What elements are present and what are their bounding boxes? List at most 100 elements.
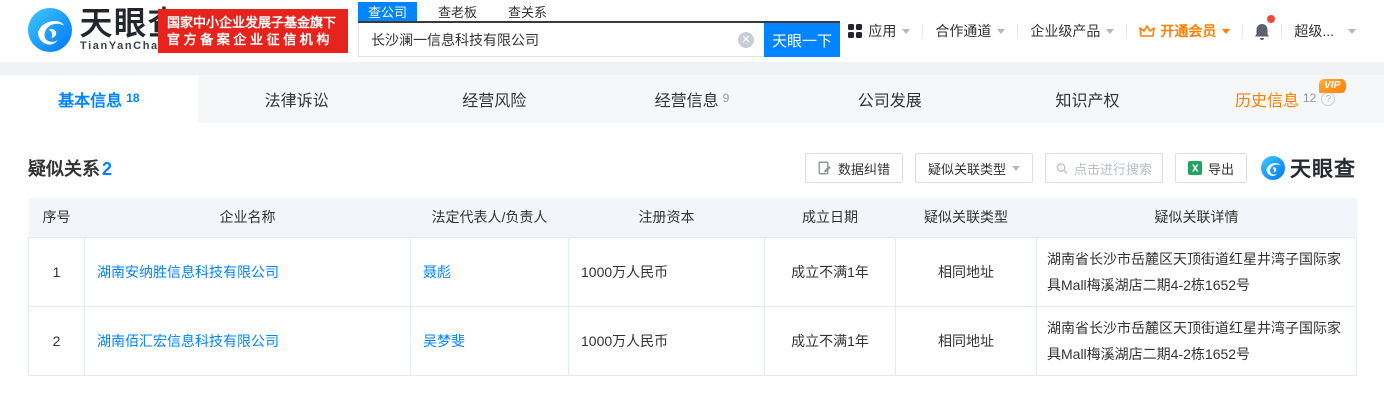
row-index: 1 (29, 237, 85, 306)
section-count: 2 (102, 159, 112, 179)
export-label: 导出 (1208, 159, 1234, 178)
section-title-text: 疑似关系 (28, 159, 100, 179)
chevron-down-icon (902, 29, 910, 34)
relation-type: 相同地址 (896, 237, 1037, 306)
notification-dot (1267, 15, 1275, 23)
table-search-box[interactable]: 点击进行搜索 (1045, 153, 1163, 183)
establish-date: 成立不满1年 (765, 237, 896, 306)
tab-label: 知识产权 (1055, 87, 1119, 111)
tab-label: 法律诉讼 (265, 87, 329, 111)
table-search-placeholder: 点击进行搜索 (1074, 159, 1152, 178)
search-button[interactable]: 天眼一下 (764, 23, 840, 57)
company-cell: 湖南安纳胜信息科技有限公司 (85, 237, 411, 306)
search-input-wrap: ✕ (358, 23, 764, 57)
nav-enterprise-label: 企业级产品 (1030, 21, 1100, 41)
tab-label: 历史信息 (1235, 87, 1299, 111)
tab-count: 9 (723, 91, 730, 105)
data-correction-button[interactable]: 数据纠错 (805, 153, 903, 183)
col-capital: 注册资本 (569, 198, 765, 237)
relation-detail: 湖南省长沙市岳麓区天顶街道红星井湾子国际家具Mall梅溪湖店二期4-2栋1652… (1037, 237, 1357, 306)
excel-icon (1188, 161, 1202, 175)
relation-type-filter[interactable]: 疑似关联类型 (915, 153, 1033, 183)
export-button[interactable]: 导出 (1175, 153, 1247, 183)
site-header: 天眼查 TianYanCha.com 国家中小企业发展子基金旗下 官方备案企业征… (0, 0, 1384, 62)
table-row: 1 湖南安纳胜信息科技有限公司 聂彪 1000万人民币 成立不满1年 相同地址 … (29, 237, 1357, 306)
row-index: 2 (29, 306, 85, 375)
tab-operation-info[interactable]: 经营信息 9 (593, 75, 791, 123)
nav-vip-label: 开通会员 (1160, 21, 1216, 41)
nav-account[interactable]: 超级... (1282, 21, 1368, 41)
tab-basic-info[interactable]: 基本信息 18 (0, 75, 198, 123)
search-tab-company[interactable]: 查公司 (358, 2, 417, 21)
col-relation-type: 疑似关联类型 (896, 198, 1037, 237)
tab-count: 12 (1303, 91, 1316, 105)
company-cell: 湖南佰汇宏信息科技有限公司 (85, 306, 411, 375)
nav-partner[interactable]: 合作通道 (923, 21, 1017, 41)
vip-badge: VIP (1319, 79, 1346, 93)
chevron-down-icon (997, 29, 1005, 34)
company-link[interactable]: 湖南佰汇宏信息科技有限公司 (97, 333, 279, 349)
watermark-brand: 天眼查 (1290, 153, 1356, 183)
tab-history-info[interactable]: VIP 历史信息 12 ? (1186, 75, 1384, 123)
company-link[interactable]: 湖南安纳胜信息科技有限公司 (97, 264, 279, 280)
search-type-tabs: 查公司 查老板 查关系 (358, 2, 840, 23)
table-header-row: 序号 企业名称 法定代表人/负责人 注册资本 成立日期 疑似关联类型 疑似关联详… (29, 198, 1357, 237)
edit-document-icon (818, 161, 832, 175)
tab-intellectual-property[interactable]: 知识产权 (989, 75, 1187, 123)
table-body: 1 湖南安纳胜信息科技有限公司 聂彪 1000万人民币 成立不满1年 相同地址 … (29, 237, 1357, 375)
nav-enterprise[interactable]: 企业级产品 (1018, 21, 1126, 41)
search-icon (1056, 162, 1068, 175)
chevron-down-icon (1106, 29, 1114, 34)
chevron-down-icon (1012, 166, 1020, 171)
relation-type: 相同地址 (896, 306, 1037, 375)
nav-account-label: 超级... (1294, 21, 1334, 41)
col-legal-rep: 法定代表人/负责人 (411, 198, 569, 237)
section-toolbar: 数据纠错 疑似关联类型 点击进行搜索 (793, 153, 1356, 183)
registered-capital: 1000万人民币 (569, 237, 765, 306)
chevron-down-icon (1348, 29, 1356, 34)
watermark-logo: 天眼查 (1261, 153, 1356, 183)
tab-company-development[interactable]: 公司发展 (791, 75, 989, 123)
company-tabbar: 基本信息 18 法律诉讼 经营风险 经营信息 9 公司发展 知识产权 VIP 历… (0, 75, 1384, 123)
relation-detail: 湖南省长沙市岳麓区天顶街道红星井湾子国际家具Mall梅溪湖店二期4-2栋1652… (1037, 306, 1357, 375)
legal-rep-link[interactable]: 聂彪 (423, 264, 451, 280)
tab-label: 经营信息 (655, 87, 719, 111)
tab-legal-lawsuits[interactable]: 法律诉讼 (198, 75, 396, 123)
clear-icon[interactable]: ✕ (738, 32, 754, 48)
search-input[interactable] (358, 23, 764, 57)
tab-operation-risk[interactable]: 经营风险 (395, 75, 593, 123)
search-row: ✕ 天眼一下 (358, 23, 840, 57)
col-index: 序号 (29, 198, 85, 237)
main-content: 疑似关系2 数据纠错 疑似关联类型 (0, 123, 1384, 376)
legal-rep-link[interactable]: 吴梦斐 (423, 333, 465, 349)
watermark-swirl-icon (1261, 156, 1285, 180)
relation-type-filter-label: 疑似关联类型 (928, 159, 1006, 178)
search-tab-relation[interactable]: 查关系 (498, 2, 557, 21)
data-correction-label: 数据纠错 (838, 159, 890, 178)
nav-open-vip[interactable]: 开通会员 (1127, 21, 1242, 41)
gov-badge-line1: 国家中小企业发展子基金旗下 (167, 14, 339, 31)
gov-certification-badge: 国家中小企业发展子基金旗下 官方备案企业征信机构 (158, 9, 348, 53)
tab-label: 经营风险 (462, 87, 526, 111)
establish-date: 成立不满1年 (765, 306, 896, 375)
search-tab-boss[interactable]: 查老板 (428, 2, 487, 21)
nav-apps[interactable]: 应用 (836, 21, 922, 41)
header-search: 查公司 查老板 查关系 ✕ 天眼一下 (358, 2, 840, 57)
tab-label: 基本信息 (58, 87, 122, 111)
registered-capital: 1000万人民币 (569, 306, 765, 375)
col-company: 企业名称 (85, 198, 411, 237)
suspected-relations-table: 序号 企业名称 法定代表人/负责人 注册资本 成立日期 疑似关联类型 疑似关联详… (28, 198, 1357, 376)
nav-apps-label: 应用 (868, 21, 896, 41)
col-relation-detail: 疑似关联详情 (1037, 198, 1357, 237)
page: 天眼查 TianYanCha.com 国家中小企业发展子基金旗下 官方备案企业征… (0, 0, 1384, 400)
tab-label: 公司发展 (858, 87, 922, 111)
col-date: 成立日期 (765, 198, 896, 237)
section-header: 疑似关系2 数据纠错 疑似关联类型 (28, 152, 1356, 184)
crown-icon (1139, 24, 1155, 38)
page-background-strip (0, 62, 1384, 75)
help-icon[interactable]: ? (1321, 92, 1335, 106)
legal-rep-cell: 吴梦斐 (411, 306, 569, 375)
section-title: 疑似关系2 (28, 155, 112, 181)
logo-swirl-icon (28, 8, 72, 52)
notification-bell[interactable] (1243, 22, 1281, 41)
